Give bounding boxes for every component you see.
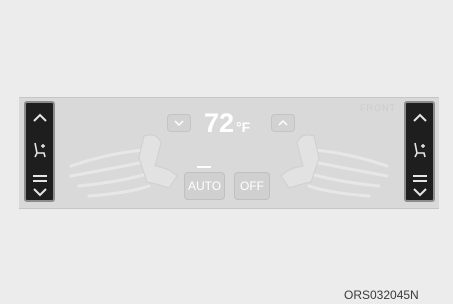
seat-heat-icon [33, 142, 46, 158]
off-button[interactable]: OFF [234, 172, 270, 200]
left-up-button[interactable] [26, 106, 53, 130]
temperature-display: 72 °F [204, 108, 266, 142]
chevron-down-icon [174, 120, 184, 127]
temp-up-button[interactable] [271, 114, 295, 132]
right-down-button[interactable] [406, 183, 433, 200]
auto-button[interactable]: AUTO [184, 172, 225, 200]
chevron-up-icon [412, 113, 427, 122]
temperature-value: 72 [204, 108, 235, 138]
left-control-strip [24, 101, 55, 202]
auto-indicator [197, 166, 211, 168]
left-seat-heat-button[interactable] [26, 138, 53, 162]
temperature-unit: °F [236, 119, 251, 135]
right-seat-icon [280, 134, 320, 189]
chevron-down-icon [412, 187, 427, 196]
right-control-strip [404, 101, 435, 202]
temp-down-button[interactable] [167, 114, 191, 132]
chevron-up-icon [278, 119, 288, 126]
left-down-button[interactable] [26, 183, 53, 200]
seat-heat-icon [413, 142, 426, 158]
left-seat-icon [138, 134, 178, 189]
right-seat-heat-button[interactable] [406, 138, 433, 162]
chevron-down-icon [32, 187, 47, 196]
image-code: ORS032045N [344, 288, 419, 302]
front-label: FRONT [360, 103, 396, 113]
right-up-button[interactable] [406, 106, 433, 130]
chevron-up-icon [32, 113, 47, 122]
